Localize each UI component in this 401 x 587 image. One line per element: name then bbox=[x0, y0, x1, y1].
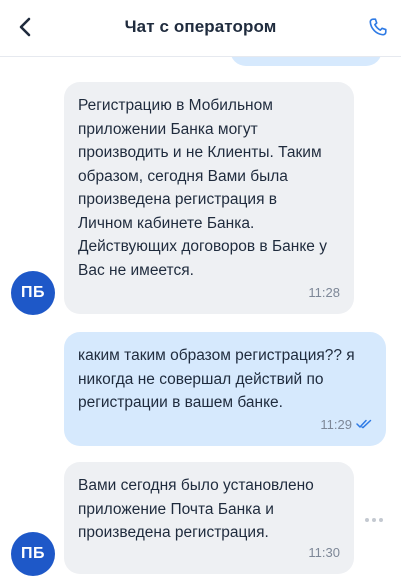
double-check-icon bbox=[356, 420, 372, 429]
message-text: Регистрацию в Мобильном приложении Банка… bbox=[78, 97, 327, 279]
chat-message-list[interactable]: Регистрацию в Мобильном приложении Банка… bbox=[0, 56, 401, 587]
message-bubble-incoming: Вами сегодня было установлено приложение… bbox=[64, 462, 354, 574]
operator-avatar: ПБ bbox=[11, 271, 55, 315]
previous-message-bubble bbox=[230, 56, 382, 66]
call-button[interactable] bbox=[363, 12, 393, 42]
page-title: Чат с оператором bbox=[124, 17, 277, 36]
more-dots-icon bbox=[379, 518, 383, 522]
message-meta: 11:29 bbox=[320, 413, 372, 437]
message-meta: 11:30 bbox=[308, 541, 340, 565]
message-bubble-outgoing: каким таким образом регистрация?? я нико… bbox=[64, 332, 386, 446]
operator-avatar: ПБ bbox=[11, 532, 55, 576]
message-meta: 11:28 bbox=[308, 281, 340, 305]
message-text: Вами сегодня было установлено приложение… bbox=[78, 477, 314, 541]
message-options-button[interactable] bbox=[362, 512, 386, 528]
message-time: 11:28 bbox=[308, 284, 340, 300]
message-bubble-incoming: Регистрацию в Мобильном приложении Банка… bbox=[64, 82, 354, 314]
phone-icon bbox=[369, 18, 387, 36]
chat-header: Чат с оператором bbox=[0, 0, 401, 57]
message-time: 11:29 bbox=[320, 416, 352, 432]
message-time: 11:30 bbox=[308, 544, 340, 560]
more-dots-icon bbox=[372, 518, 376, 522]
more-dots-icon bbox=[365, 518, 369, 522]
message-text: каким таким образом регистрация?? я нико… bbox=[78, 347, 355, 411]
